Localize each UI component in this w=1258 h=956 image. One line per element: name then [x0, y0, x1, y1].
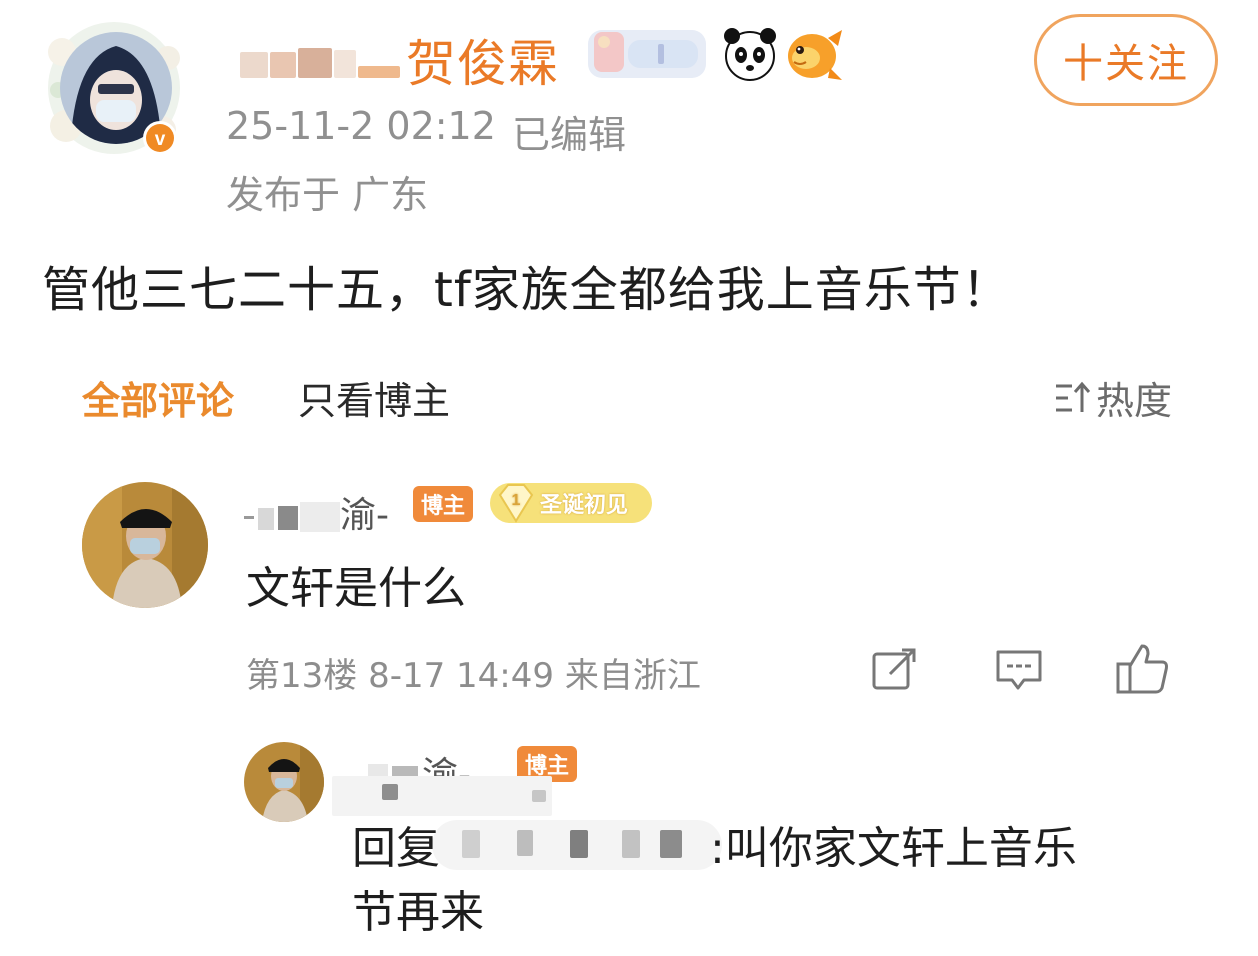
post-location: 发布于 广东	[226, 173, 429, 217]
svg-text:1: 1	[512, 492, 521, 509]
svg-text:v: v	[155, 129, 166, 150]
reply-prefix: 回复	[352, 823, 440, 874]
redacted-name-mosaic	[240, 38, 400, 88]
reply-text: 回复 :叫你家文轩上音乐	[352, 812, 1077, 876]
panda-icon	[724, 28, 776, 81]
sort-label: 热度	[1096, 379, 1173, 423]
author-avatar[interactable]: v	[40, 18, 190, 158]
author-name[interactable]: 贺俊霖	[406, 24, 559, 96]
poster-badge: 博主	[413, 486, 473, 522]
replier-avatar[interactable]	[244, 742, 324, 822]
post-edited-label: 已编辑	[512, 113, 627, 157]
tab-poster-only[interactable]: 只看博主	[298, 370, 450, 425]
commenter-avatar[interactable]	[82, 482, 208, 608]
sort-button[interactable]: 热度	[1054, 370, 1172, 425]
commenter-name[interactable]: 渝-	[244, 486, 389, 538]
reply-text-line2: 节再来	[352, 887, 484, 938]
reply-text-line1: :叫你家文轩上音乐	[710, 823, 1077, 874]
sticker-icon	[588, 30, 706, 78]
goldfish-icon	[788, 30, 842, 80]
like-icon[interactable]	[1114, 642, 1170, 696]
post-time: 25-11-2 02:12	[226, 104, 496, 148]
christmas-badge-label: 圣诞初见	[540, 493, 629, 518]
diamond-level-icon: 1	[498, 484, 534, 523]
sort-icon	[1056, 381, 1091, 412]
post-content: 管他三七二十五，tf家族全都给我上音乐节！	[42, 262, 1011, 318]
tab-all-comments[interactable]: 全部评论	[82, 370, 234, 425]
reply-icon[interactable]	[994, 648, 1044, 694]
follow-button[interactable]: 十关注	[1034, 14, 1218, 106]
comment-text: 文轩是什么	[246, 563, 466, 614]
verified-icon: v	[143, 121, 177, 155]
author-badges	[584, 26, 854, 86]
commenter-name-suffix: 渝-	[340, 495, 389, 536]
share-icon[interactable]	[870, 648, 918, 692]
christmas-badge: 1 圣诞初见	[490, 483, 652, 523]
comment-meta: 第13楼 8-17 14:49 来自浙江	[246, 656, 701, 696]
